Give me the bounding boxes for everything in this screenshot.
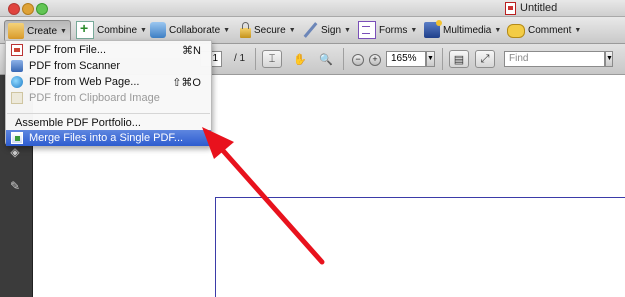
close-window-icon[interactable]	[8, 3, 20, 15]
chevron-down-icon: ▼	[288, 26, 296, 34]
sign-button[interactable]: Sign ▼	[302, 20, 351, 40]
create-label: Create	[27, 25, 58, 37]
window-title-bar: Untitled	[0, 0, 625, 17]
chevron-down-icon: ▼	[60, 27, 67, 35]
window-title-text: Untitled	[520, 2, 558, 14]
page-edge	[215, 197, 625, 198]
menu-item-shortcut: ⌘N	[182, 44, 201, 57]
marquee-zoom-icon[interactable]: 🔍	[316, 50, 336, 68]
menu-item-label: PDF from File...	[29, 44, 107, 56]
menu-item-label: PDF from Clipboard Image	[29, 92, 160, 104]
collaborate-label: Collaborate	[169, 24, 221, 36]
full-screen-icon[interactable]: ⤢	[475, 50, 495, 68]
layers-icon[interactable]: ◈	[7, 145, 23, 159]
zoom-in-icon[interactable]: +	[369, 54, 381, 66]
menu-separator	[7, 113, 210, 114]
clipboard-icon	[11, 92, 23, 104]
forms-button[interactable]: Forms ▼	[358, 20, 417, 40]
menu-item-assemble-pdf-portfolio[interactable]: Assemble PDF Portfolio...	[6, 115, 211, 131]
comment-button[interactable]: Comment ▼	[507, 20, 581, 40]
toolbar-divider	[343, 48, 344, 70]
secure-label: Secure	[254, 24, 286, 36]
multimedia-button[interactable]: Multimedia ▼	[424, 20, 501, 40]
hand-tool-icon[interactable]: ✋	[290, 50, 310, 68]
scanner-icon	[11, 60, 23, 72]
menu-item-pdf-from-file[interactable]: PDF from File... ⌘N	[6, 42, 211, 58]
secure-button[interactable]: Secure ▼	[240, 20, 296, 40]
form-icon	[358, 21, 376, 39]
pdf-file-icon	[11, 44, 23, 56]
web-page-icon	[11, 76, 23, 88]
collaborate-button[interactable]: Collaborate ▼	[150, 20, 230, 40]
page-edge	[215, 197, 216, 297]
chevron-down-icon: ▼	[410, 26, 418, 34]
sign-label: Sign	[321, 24, 342, 36]
find-dropdown-chevron-icon[interactable]: ▼	[605, 51, 613, 67]
multimedia-label: Multimedia	[443, 24, 492, 36]
menu-item-pdf-from-web-page[interactable]: PDF from Web Page... ⇧⌘O	[6, 74, 211, 90]
zoom-out-icon[interactable]: −	[352, 54, 364, 66]
forms-label: Forms	[379, 24, 408, 36]
window-title: Untitled	[505, 1, 557, 15]
menu-item-pdf-from-scanner[interactable]: PDF from Scanner	[6, 58, 211, 74]
chevron-down-icon: ▼	[494, 26, 502, 34]
chevron-down-icon: ▼	[140, 26, 147, 34]
menu-item-label: Assemble PDF Portfolio...	[15, 117, 141, 129]
menu-item-label: PDF from Scanner	[29, 60, 121, 72]
create-button[interactable]: Create ▼	[4, 20, 71, 42]
zoom-window-icon[interactable]	[36, 3, 48, 15]
menu-item-merge-files[interactable]: Merge Files into a Single PDF...	[6, 130, 211, 146]
menu-item-label: Merge Files into a Single PDF...	[29, 132, 184, 144]
menu-item-label: PDF from Web Page...	[29, 76, 140, 88]
menu-item-shortcut: ⇧⌘O	[172, 76, 201, 89]
combine-label: Combine	[97, 24, 138, 36]
chevron-down-icon: ▼	[574, 26, 582, 34]
comment-bubble-icon	[507, 24, 525, 38]
pen-icon	[302, 22, 318, 38]
signatures-icon[interactable]: ✎	[7, 179, 23, 193]
menu-item-pdf-from-clipboard-image: PDF from Clipboard Image	[6, 90, 211, 106]
merge-icon	[11, 132, 23, 144]
create-icon	[8, 23, 24, 39]
page-total: / 1	[234, 53, 246, 64]
chevron-down-icon: ▼	[223, 26, 231, 34]
minimize-window-icon[interactable]	[22, 3, 34, 15]
multimedia-icon	[424, 20, 442, 38]
find-input[interactable]: Find	[504, 51, 605, 67]
lock-icon	[240, 21, 251, 38]
collaborate-icon	[150, 22, 166, 38]
combine-icon	[76, 20, 94, 39]
fit-page-icon[interactable]: ▤	[449, 50, 469, 68]
toolbar-divider	[255, 48, 256, 70]
chevron-down-icon: ▼	[344, 26, 351, 34]
comment-label: Comment	[528, 24, 572, 36]
zoom-level-input[interactable]: 165%	[386, 51, 426, 67]
combine-button[interactable]: Combine ▼	[76, 20, 147, 40]
create-menu: PDF from File... ⌘N PDF from Scanner PDF…	[5, 40, 212, 146]
pdf-document-icon	[505, 1, 516, 15]
toolbar-divider	[442, 48, 443, 70]
select-text-icon[interactable]: ⌶	[262, 50, 282, 68]
zoom-dropdown-chevron-icon[interactable]: ▼	[426, 51, 435, 67]
